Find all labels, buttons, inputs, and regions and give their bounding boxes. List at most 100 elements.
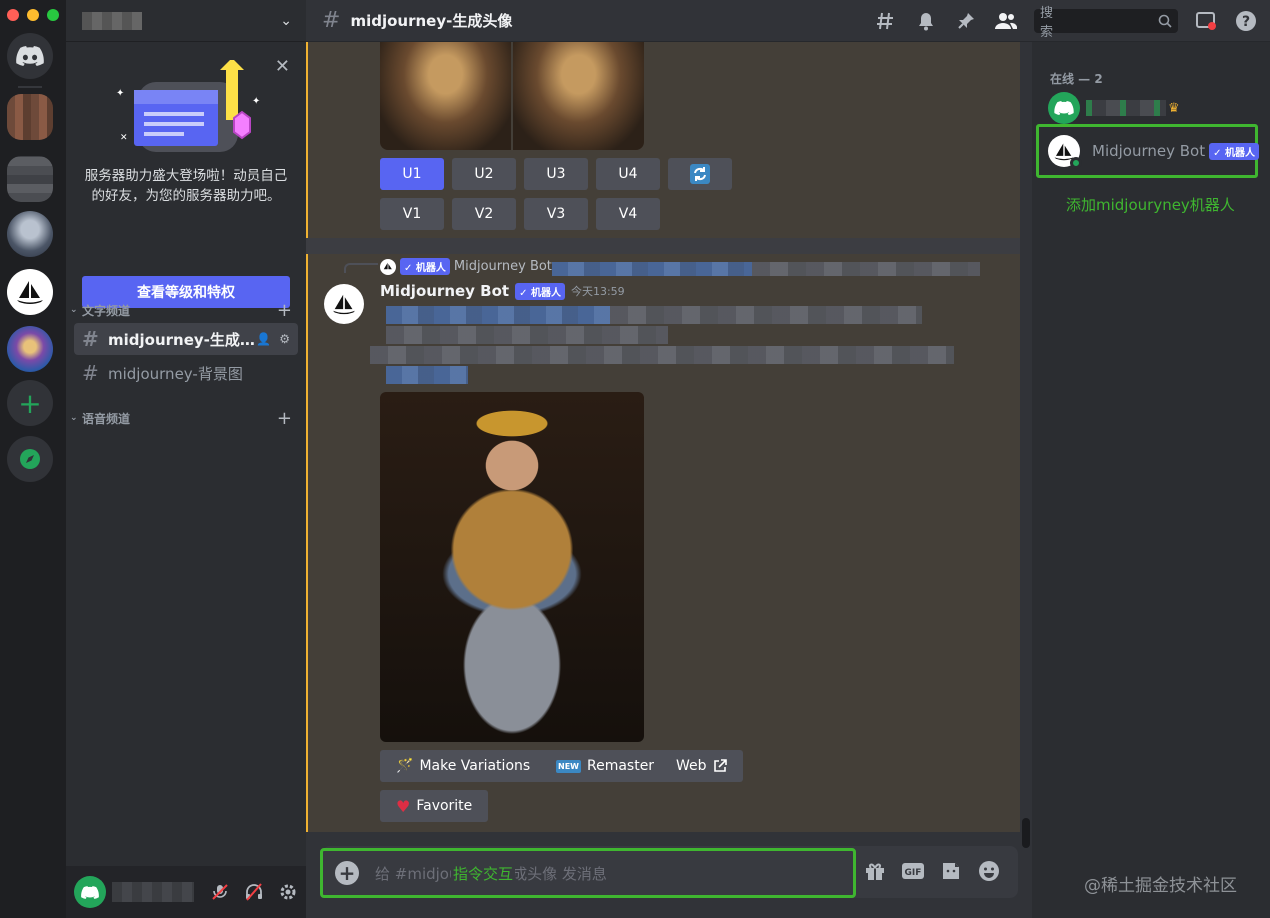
search-input[interactable]: 搜索	[1034, 6, 1178, 40]
zoom-window-button[interactable]	[47, 9, 59, 21]
bot-avatar[interactable]	[324, 284, 364, 324]
direct-messages-home-button[interactable]	[7, 33, 53, 79]
message-input[interactable]: + 给 #midjourney-生成头像 发消息 指令交互	[320, 848, 856, 898]
composer-buttons: GIF	[862, 858, 1002, 884]
message-author[interactable]: Midjourney Bot	[380, 282, 509, 300]
channel-sidebar: ⌄ ✕ ✦ ✦ ✕ 服务器助力盛大登场啦！动员自己的好友，为您的服务器助力吧。 …	[66, 0, 306, 918]
upscale-1-button[interactable]: U1	[380, 158, 444, 190]
voice-channels-category[interactable]: ⌄ 语音频道 +	[66, 408, 306, 429]
upscale-2-button[interactable]: U2	[452, 158, 516, 190]
sticker-icon[interactable]	[938, 858, 964, 884]
close-window-button[interactable]	[7, 9, 19, 21]
upscale-4-button[interactable]: U4	[596, 158, 660, 190]
pin-icon[interactable]	[954, 9, 978, 33]
help-icon[interactable]: ?	[1234, 9, 1258, 33]
discord-app: + ⌄ ✕ ✦ ✦ ✕ 服务器助力盛大登场啦！动员自己的好友，为您的服务器助力吧…	[0, 0, 1270, 918]
variation-1-button[interactable]: V1	[380, 198, 444, 230]
bot-badge: ✓ 机器人	[1209, 142, 1259, 160]
server-icon-blurred-2[interactable]	[7, 156, 53, 202]
midjourney-boat-icon	[333, 294, 355, 315]
plus-icon: +	[18, 386, 42, 420]
upscale-3-button[interactable]: U3	[524, 158, 588, 190]
bot-badge: ✓ 机器人	[515, 282, 565, 300]
server-icon-wizard[interactable]	[7, 326, 53, 372]
threads-icon[interactable]	[874, 9, 898, 33]
boost-illustration-icon: ✦ ✦ ✕	[116, 60, 260, 152]
server-icon-midjourney[interactable]	[7, 269, 53, 315]
member-item-user[interactable]: ♛	[1048, 92, 1180, 124]
notification-bell-icon[interactable]	[914, 9, 938, 33]
reply-author: Midjourney Bot	[453, 259, 552, 274]
upload-plus-icon[interactable]: +	[335, 861, 359, 885]
discord-logo-icon	[1054, 101, 1074, 115]
member-name: Midjourney Bot	[1092, 142, 1206, 160]
gear-icon[interactable]: ⚙	[279, 332, 290, 346]
emoji-icon[interactable]	[976, 858, 1002, 884]
text-channels-category[interactable]: ⌄ 文字频道 +	[66, 300, 306, 321]
gif-icon[interactable]: GIF	[900, 858, 926, 884]
user-avatar[interactable]	[74, 876, 106, 908]
member-avatar	[1048, 135, 1082, 169]
prompt-text-blurred	[386, 326, 668, 344]
reply-preview[interactable]: ✓ 机器人 Midjourney Bot	[380, 258, 552, 275]
button-label: Web	[676, 758, 707, 774]
user-settings-gear-icon[interactable]	[278, 882, 298, 902]
variation-3-button[interactable]: V3	[524, 198, 588, 230]
mute-microphone-icon[interactable]	[210, 882, 230, 902]
online-status-dot	[1070, 157, 1082, 169]
reply-text-blurred	[552, 262, 752, 276]
create-channel-icon[interactable]: +	[277, 300, 292, 321]
create-channel-icon[interactable]: +	[277, 408, 292, 429]
gift-icon[interactable]	[862, 858, 888, 884]
hashtag-icon: #	[322, 8, 341, 33]
minimize-window-button[interactable]	[27, 9, 39, 21]
chevron-down-icon: ⌄	[70, 305, 78, 315]
explore-servers-button[interactable]	[7, 436, 53, 482]
category-label: 文字频道	[82, 303, 131, 318]
member-list: 在线 — 2 ♛ Midjourney Bot ✓ 机器人 添加midjoury…	[1032, 42, 1270, 918]
remaster-button[interactable]: NEW Remaster	[540, 750, 671, 782]
username-blurred	[1086, 100, 1166, 116]
refresh-icon	[690, 164, 710, 184]
inbox-icon[interactable]	[1194, 9, 1218, 33]
server-icon-blurred-1[interactable]	[7, 94, 53, 140]
member-list-icon[interactable]	[994, 9, 1018, 33]
upscale-button-row: U1 U2 U3 U4	[380, 158, 732, 190]
message-placeholder: 给 #midjourney-生成头像 发消息 指令交互	[375, 862, 607, 884]
close-icon[interactable]: ✕	[275, 56, 290, 77]
message-timestamp: 今天13:59	[570, 285, 625, 298]
page-title: midjourney-生成头像	[350, 12, 513, 30]
reroll-button[interactable]	[668, 158, 732, 190]
discord-logo-icon	[81, 885, 99, 899]
server-header[interactable]: ⌄	[66, 0, 306, 42]
server-rail: +	[0, 0, 66, 918]
variation-4-button[interactable]: V4	[596, 198, 660, 230]
member-item-midjourney-bot[interactable]: Midjourney Bot ✓ 机器人	[1048, 135, 1259, 169]
boost-description: 服务器助力盛大登场啦！动员自己的好友，为您的服务器助力吧。	[84, 168, 288, 204]
annotation-label: 添加midjouryney机器人	[1066, 196, 1235, 214]
channel-midjourney-avatar[interactable]: # midjourney-生成... 👤 ⚙	[74, 323, 298, 355]
web-link-button[interactable]: Web	[660, 750, 743, 782]
image-grid-thumbnail[interactable]	[380, 42, 644, 150]
make-variations-button[interactable]: 🪄 Make Variations	[380, 750, 547, 782]
message-list: U1 U2 U3 U4 V1 V2 V3 V4 ✓ 机器人 Midjourney…	[306, 42, 1020, 832]
channel-header: # midjourney-生成头像 搜索 ?	[306, 0, 1270, 42]
username-blurred	[112, 882, 194, 902]
generated-portrait-image[interactable]	[380, 392, 644, 742]
message-divider	[306, 238, 1020, 254]
chevron-down-icon: ⌄	[280, 12, 292, 29]
add-server-button[interactable]: +	[7, 380, 53, 426]
compass-icon	[20, 449, 40, 469]
favorite-button[interactable]: ♥ Favorite	[380, 790, 489, 822]
channel-name: midjourney-生成...	[108, 330, 257, 349]
server-icon-warrior[interactable]	[7, 211, 53, 257]
variation-2-button[interactable]: V2	[452, 198, 516, 230]
channel-midjourney-background[interactable]: # midjourney-背景图	[74, 357, 298, 389]
svg-text:?: ?	[1242, 14, 1250, 30]
scrollbar-thumb[interactable]	[1022, 818, 1030, 848]
invite-member-icon[interactable]: 👤	[256, 332, 271, 346]
prompt-text-blurred	[610, 306, 922, 324]
button-label: Make Variations	[419, 758, 531, 774]
prompt-text-blurred	[370, 346, 954, 364]
deafen-headphones-icon[interactable]	[244, 882, 264, 902]
